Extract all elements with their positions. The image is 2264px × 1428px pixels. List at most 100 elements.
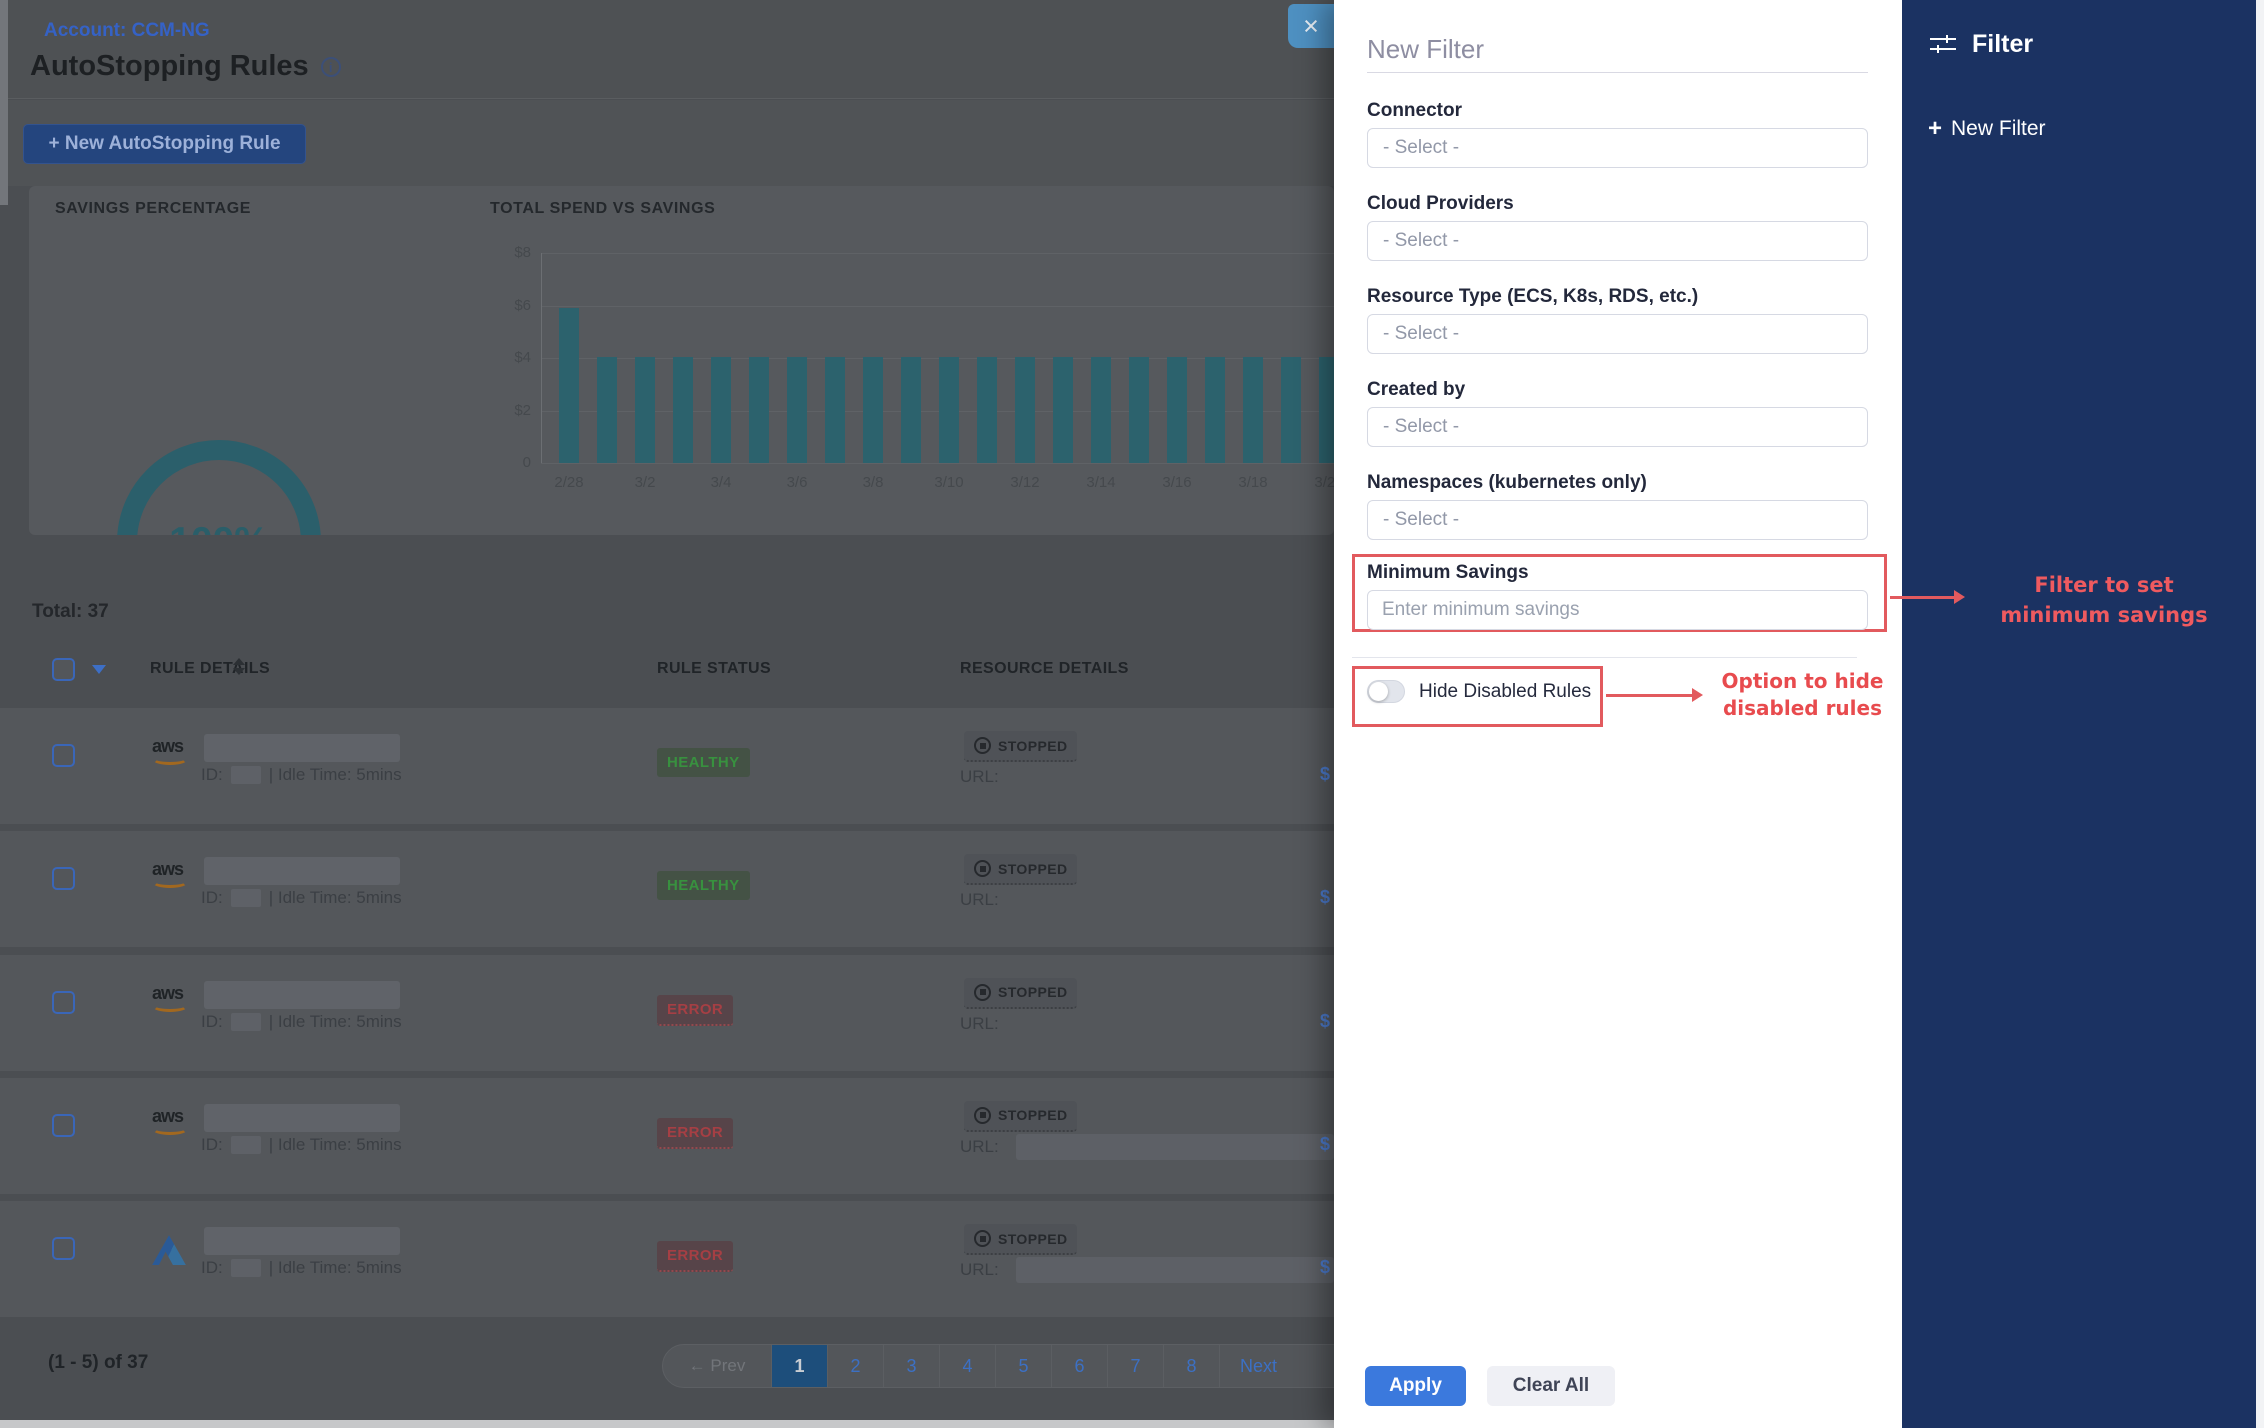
resource-state-badge[interactable]: STOPPED (964, 978, 1077, 1009)
page-button-2[interactable]: 2 (827, 1345, 883, 1387)
chevron-down-icon[interactable] (92, 665, 106, 674)
bar[interactable] (787, 357, 807, 463)
table-row[interactable]: aws ID: | Idle Time: 5mins ERROR STOPPED… (0, 955, 1334, 1071)
y-axis-tick: 0 (491, 454, 531, 471)
page-button-6[interactable]: 6 (1051, 1345, 1107, 1387)
row-checkbox[interactable] (52, 744, 75, 767)
bar[interactable] (711, 357, 731, 463)
savings-fragment: $ (1320, 1257, 1330, 1278)
page-button-1[interactable]: 1 (771, 1345, 827, 1387)
annotation-hide-disabled: Option to hidedisabled rules (1700, 668, 1905, 722)
bar[interactable] (825, 357, 845, 463)
new-autostopping-rule-button[interactable]: + New AutoStopping Rule (23, 124, 306, 164)
bar[interactable] (863, 357, 883, 463)
filter-name-input[interactable]: New Filter (1367, 34, 1484, 65)
savings-fragment: $ (1320, 887, 1330, 908)
info-icon[interactable]: i (321, 57, 341, 77)
y-axis-tick: $4 (491, 349, 531, 366)
stopped-label: STOPPED (998, 984, 1067, 1000)
col-rule-details[interactable]: RULE DETAILS (150, 660, 270, 678)
rule-name-redacted (204, 857, 400, 885)
resource-state-badge[interactable]: STOPPED (964, 731, 1077, 762)
rule-status-badge: HEALTHY (657, 748, 750, 777)
rule-name-redacted (204, 1104, 400, 1132)
url-redacted (1016, 1134, 1334, 1160)
minimum-savings-input[interactable] (1367, 590, 1868, 630)
rule-status-badge: ERROR (657, 1241, 733, 1272)
idle-time-label: | Idle Time: 5mins (269, 765, 402, 785)
table-row[interactable]: aws ID: | Idle Time: 5mins HEALTHY STOPP… (0, 831, 1334, 947)
azure-icon (152, 1235, 186, 1265)
bar[interactable] (1167, 357, 1187, 463)
apply-button[interactable]: Apply (1365, 1366, 1466, 1406)
x-axis-tick: 3/16 (1162, 474, 1191, 491)
row-checkbox[interactable] (52, 1237, 75, 1260)
bottom-edge (0, 1420, 1334, 1428)
next-page-button[interactable]: Next (1219, 1345, 1334, 1387)
bar[interactable] (977, 357, 997, 463)
bar[interactable] (749, 357, 769, 463)
sliders-icon (1930, 33, 1956, 57)
page-button-7[interactable]: 7 (1107, 1345, 1163, 1387)
charts-card: SAVINGS PERCENTAGE TOTAL SPEND VS SAVING… (29, 186, 1334, 535)
bar[interactable] (559, 308, 579, 463)
row-checkbox[interactable] (52, 991, 75, 1014)
filter-sidebar: Filter + New Filter (1902, 0, 2256, 1428)
id-redacted (231, 889, 261, 907)
select-all-checkbox[interactable] (52, 658, 75, 681)
id-label: ID: (201, 1258, 223, 1278)
close-icon[interactable]: × (1288, 4, 1334, 48)
bar[interactable] (1243, 357, 1263, 463)
table-row[interactable]: aws ID: | Idle Time: 5mins ERROR STOPPED… (0, 1078, 1334, 1194)
clear-all-button[interactable]: Clear All (1487, 1366, 1615, 1406)
bar[interactable] (1015, 357, 1035, 463)
resource-state-badge[interactable]: STOPPED (964, 1101, 1077, 1132)
bar[interactable] (1129, 357, 1149, 463)
row-checkbox[interactable] (52, 1114, 75, 1137)
savings-percentage-value: 100% (169, 520, 269, 535)
page-button-8[interactable]: 8 (1163, 1345, 1219, 1387)
rule-name-redacted (204, 981, 400, 1009)
bar[interactable] (597, 357, 617, 463)
row-checkbox[interactable] (52, 867, 75, 890)
bar[interactable] (901, 357, 921, 463)
field-select-1[interactable]: - Select - (1367, 221, 1868, 261)
resource-state-badge[interactable]: STOPPED (964, 1224, 1077, 1255)
main-content: Account: CCM-NG AutoStopping Rules i + N… (0, 0, 1334, 1428)
bar[interactable] (635, 357, 655, 463)
resource-state-badge[interactable]: STOPPED (964, 854, 1077, 885)
bar[interactable] (939, 357, 959, 463)
bar[interactable] (1091, 357, 1111, 463)
field-select-4[interactable]: - Select - (1367, 500, 1868, 540)
field-select-2[interactable]: - Select - (1367, 314, 1868, 354)
field-select-0[interactable]: - Select - (1367, 128, 1868, 168)
id-redacted (231, 1259, 261, 1277)
url-label: URL: (960, 1014, 999, 1034)
x-axis-tick: 3/12 (1010, 474, 1039, 491)
hide-disabled-toggle[interactable] (1367, 680, 1405, 703)
field-label-1: Cloud Providers (1367, 193, 1514, 215)
prev-page-button[interactable]: ← Prev (663, 1345, 771, 1387)
breadcrumb[interactable]: Account: CCM-NG (44, 20, 210, 42)
bar[interactable] (673, 357, 693, 463)
bar[interactable] (1053, 357, 1073, 463)
page-button-3[interactable]: 3 (883, 1345, 939, 1387)
page-button-5[interactable]: 5 (995, 1345, 1051, 1387)
rule-name-redacted (204, 1227, 400, 1255)
aws-icon: aws (152, 736, 198, 757)
minimum-savings-label: Minimum Savings (1367, 562, 1529, 584)
bar[interactable] (1281, 357, 1301, 463)
table-row[interactable]: aws ID: | Idle Time: 5mins HEALTHY STOPP… (0, 708, 1334, 824)
bar[interactable] (1319, 357, 1334, 463)
table-row[interactable]: ID: | Idle Time: 5mins ERROR STOPPED URL… (0, 1201, 1334, 1317)
page-title: AutoStopping Rules (30, 50, 309, 83)
url-label: URL: (960, 890, 999, 910)
page-button-4[interactable]: 4 (939, 1345, 995, 1387)
total-count: Total: 37 (32, 601, 109, 623)
sort-icon[interactable] (233, 658, 245, 675)
field-select-3[interactable]: - Select - (1367, 407, 1868, 447)
savings-fragment: $ (1320, 1134, 1330, 1155)
bar[interactable] (1205, 357, 1225, 463)
new-filter-button[interactable]: + New Filter (1928, 115, 2046, 143)
annotation-minimum-savings: Filter to setminimum savings (1958, 570, 2250, 630)
